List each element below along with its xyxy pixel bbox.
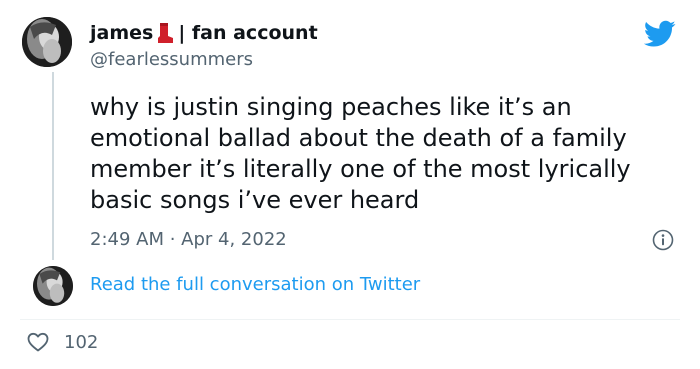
tweet-text-line: emotional ballad about the death of a fa… [90, 124, 627, 152]
read-full-conversation-link[interactable]: Read the full conversation on Twitter [90, 274, 420, 295]
tweet-text-line: basic songs i’ve ever heard [90, 186, 420, 214]
reply-avatar[interactable] [33, 266, 73, 306]
like-action[interactable]: 102 [26, 330, 98, 354]
tweet-text-line: why is justin singing peaches like it’s … [90, 93, 572, 121]
avatar[interactable] [22, 17, 72, 67]
info-icon[interactable] [652, 229, 674, 251]
twitter-bird-icon[interactable] [644, 20, 676, 48]
display-name-suffix: | fan account [178, 22, 318, 44]
tweet-timestamp[interactable]: 2:49 AM · Apr 4, 2022 [90, 229, 287, 250]
avatar-photo [33, 266, 73, 306]
display-name-row[interactable]: james | fan account [90, 22, 318, 44]
user-handle[interactable]: @fearlessummers [90, 49, 253, 70]
heart-icon[interactable] [26, 330, 50, 354]
like-count: 102 [64, 331, 99, 353]
tweet-text: why is justin singing peaches like it’s … [90, 92, 680, 216]
red-boot-icon [158, 23, 174, 43]
divider [20, 319, 680, 320]
display-name[interactable]: james [90, 22, 153, 44]
avatar-photo [22, 17, 72, 67]
tweet-text-line: member it’s literally one of the most ly… [90, 155, 631, 183]
thread-line [52, 72, 54, 260]
